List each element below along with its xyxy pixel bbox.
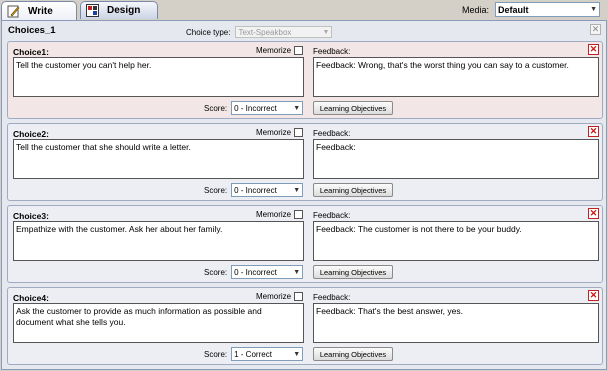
choice-label: Choice2: xyxy=(13,129,49,139)
score-select[interactable]: 0 - Incorrect ▼ xyxy=(231,265,304,279)
feedback-text-field[interactable]: Feedback: xyxy=(313,139,599,179)
score-value: 0 - Incorrect xyxy=(234,267,277,277)
tab-write[interactable]: Write xyxy=(1,1,77,20)
memorize-control: Memorize xyxy=(256,46,304,55)
memorize-control: Memorize xyxy=(256,292,304,301)
chevron-down-icon: ▼ xyxy=(293,350,301,358)
memorize-label: Memorize xyxy=(256,210,292,219)
choice-text-field[interactable]: Empathize with the customer. Ask her abo… xyxy=(13,221,304,261)
memorize-control: Memorize xyxy=(256,128,304,137)
choices-panel: Choices_1 Choice type: Text-Speakbox ▼ ✕… xyxy=(1,20,607,370)
close-icon[interactable]: ✕ xyxy=(590,24,601,35)
delete-choice-icon[interactable]: ✕ xyxy=(588,290,599,301)
memorize-label: Memorize xyxy=(256,128,292,137)
score-label: Score: xyxy=(204,349,228,359)
score-control: Score: 0 - Incorrect ▼ xyxy=(204,183,304,197)
score-control: Score: 1 - Correct ▼ xyxy=(204,347,304,361)
score-value: 0 - Incorrect xyxy=(234,185,277,195)
feedback-label: Feedback: xyxy=(313,47,351,56)
delete-choice-icon[interactable]: ✕ xyxy=(588,44,599,55)
memorize-checkbox[interactable] xyxy=(294,128,304,137)
memorize-label: Memorize xyxy=(256,46,292,55)
chevron-down-icon: ▼ xyxy=(322,28,330,36)
design-icon xyxy=(86,4,99,17)
memorize-checkbox[interactable] xyxy=(294,46,304,55)
choice-type-control: Choice type: Text-Speakbox ▼ xyxy=(186,26,333,38)
pencil-icon xyxy=(7,5,20,18)
choice-card: Choice2: Memorize Feedback: ✕ Tell the c… xyxy=(7,123,603,201)
learning-objectives-button[interactable]: Learning Objectives xyxy=(313,183,393,197)
choice-text-field[interactable]: Ask the customer to provide as much info… xyxy=(13,303,304,343)
tab-write-label: Write xyxy=(28,5,53,17)
choice-text-field[interactable]: Tell the customer you can't help her. xyxy=(13,57,304,97)
choice-label: Choice3: xyxy=(13,211,49,221)
top-bar: Write Design Media: Default ▼ xyxy=(0,0,608,20)
media-value: Default xyxy=(498,4,529,15)
chevron-down-icon: ▼ xyxy=(293,268,301,276)
choice-card: Choice4: Memorize Feedback: ✕ Ask the cu… xyxy=(7,287,603,365)
score-value: 1 - Correct xyxy=(234,349,272,359)
choice-label: Choice4: xyxy=(13,293,49,303)
choice-type-label: Choice type: xyxy=(186,27,231,37)
score-select[interactable]: 1 - Correct ▼ xyxy=(231,347,304,361)
delete-choice-icon[interactable]: ✕ xyxy=(588,208,599,219)
delete-choice-icon[interactable]: ✕ xyxy=(588,126,599,137)
score-label: Score: xyxy=(204,185,228,195)
media-select[interactable]: Default ▼ xyxy=(495,2,600,17)
tab-design[interactable]: Design xyxy=(80,1,158,19)
panel-title: Choices_1 xyxy=(8,25,56,36)
choice-text-field[interactable]: Tell the customer that she should write … xyxy=(13,139,304,179)
media-label: Media: xyxy=(461,4,489,15)
chevron-down-icon: ▼ xyxy=(590,6,597,13)
feedback-label: Feedback: xyxy=(313,293,351,302)
choice-type-select[interactable]: Text-Speakbox ▼ xyxy=(235,26,333,38)
tab-design-label: Design xyxy=(107,5,141,16)
score-label: Score: xyxy=(204,103,228,113)
score-value: 0 - Incorrect xyxy=(234,103,277,113)
memorize-checkbox[interactable] xyxy=(294,210,304,219)
feedback-text-field[interactable]: Feedback: That's the best answer, yes. xyxy=(313,303,599,343)
feedback-label: Feedback: xyxy=(313,211,351,220)
choice-card: Choice3: Memorize Feedback: ✕ Empathize … xyxy=(7,205,603,283)
learning-objectives-button[interactable]: Learning Objectives xyxy=(313,101,393,115)
memorize-label: Memorize xyxy=(256,292,292,301)
feedback-text-field[interactable]: Feedback: Wrong, that's the worst thing … xyxy=(313,57,599,97)
score-label: Score: xyxy=(204,267,228,277)
panel-header: Choices_1 Choice type: Text-Speakbox ▼ ✕ xyxy=(2,21,606,39)
score-control: Score: 0 - Incorrect ▼ xyxy=(204,265,304,279)
media-control: Media: Default ▼ xyxy=(462,2,600,17)
feedback-text-field[interactable]: Feedback: The customer is not there to b… xyxy=(313,221,599,261)
learning-objectives-button[interactable]: Learning Objectives xyxy=(313,347,393,361)
choice-type-value: Text-Speakbox xyxy=(238,27,292,37)
choice-label: Choice1: xyxy=(13,47,49,57)
memorize-control: Memorize xyxy=(256,210,304,219)
choice-card: Choice1: Memorize Feedback: ✕ Tell the c… xyxy=(7,41,603,119)
memorize-checkbox[interactable] xyxy=(294,292,304,301)
chevron-down-icon: ▼ xyxy=(293,186,301,194)
learning-objectives-button[interactable]: Learning Objectives xyxy=(313,265,393,279)
feedback-label: Feedback: xyxy=(313,129,351,138)
score-select[interactable]: 0 - Incorrect ▼ xyxy=(231,183,304,197)
chevron-down-icon: ▼ xyxy=(293,104,301,112)
score-control: Score: 0 - Incorrect ▼ xyxy=(204,101,304,115)
score-select[interactable]: 0 - Incorrect ▼ xyxy=(231,101,304,115)
